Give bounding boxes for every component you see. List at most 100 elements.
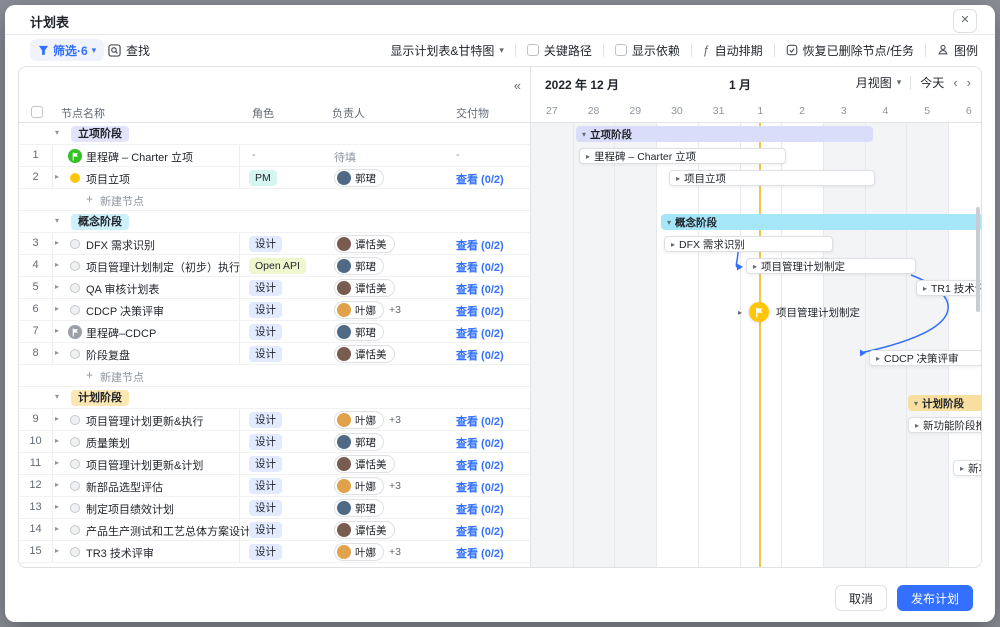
table-row[interactable]: 11▸项目管理计划更新&计划设计谭恬美查看 (0/2) — [19, 453, 530, 475]
collapse-panel-icon[interactable]: « — [514, 78, 521, 93]
display-mode-dropdown[interactable]: 显示计划表&甘特图 ▾ — [390, 42, 504, 59]
divider — [910, 76, 911, 90]
gantt-bar-label: 里程碑 – Charter 立项 — [594, 149, 696, 164]
role-badge: 设计 — [249, 324, 282, 340]
chevron-right-icon[interactable]: ▸ — [55, 238, 59, 247]
status-todo-icon — [70, 283, 80, 293]
gantt-stage-bar[interactable]: ▾概念阶段 — [661, 214, 982, 230]
filter-button[interactable]: 筛选·6 ▾ — [30, 39, 104, 61]
chevron-right-icon[interactable]: ▸ — [55, 172, 59, 181]
table-row[interactable]: 5▸QA 审核计划表设计谭恬美查看 (0/2) — [19, 277, 530, 299]
prev-period-button[interactable]: ‹ — [953, 75, 957, 90]
table-row[interactable]: 15▸TR3 技术评审设计叶娜+3查看 (0/2) — [19, 541, 530, 563]
view-deliverables-link[interactable]: 查看 (0/2) — [456, 479, 504, 495]
chevron-right-icon[interactable]: ▸ — [55, 524, 59, 533]
publish-plan-button[interactable]: 发布计划 — [897, 585, 973, 611]
auto-schedule-button[interactable]: ƒ 自动排期 — [703, 42, 763, 59]
owner-placeholder: 待填 — [334, 149, 356, 165]
chevron-right-icon[interactable]: ▸ — [55, 458, 59, 467]
chevron-right-icon[interactable]: ▸ — [55, 326, 59, 335]
critical-path-toggle[interactable]: 关键路径 — [527, 42, 592, 59]
column-divider — [239, 541, 240, 562]
close-button[interactable]: ✕ — [953, 9, 977, 33]
table-row[interactable]: 6▸CDCP 决策评审设计叶娜+3查看 (0/2) — [19, 299, 530, 321]
view-deliverables-link[interactable]: 查看 (0/2) — [456, 325, 504, 341]
chevron-right-icon[interactable]: ▸ — [55, 282, 59, 291]
view-deliverables-link[interactable]: 查看 (0/2) — [456, 545, 504, 561]
chevron-right-icon[interactable]: ▸ — [55, 436, 59, 445]
table-row[interactable]: 12▸新部品选型评估设计叶娜+3查看 (0/2) — [19, 475, 530, 497]
day-gridline — [823, 123, 824, 568]
stage-badge: 概念阶段 — [71, 214, 129, 230]
chevron-right-icon[interactable]: ▸ — [55, 480, 59, 489]
node-name: 项目立项 — [86, 171, 130, 187]
table-row[interactable]: 10▸质量策划设计郭珺查看 (0/2) — [19, 431, 530, 453]
table-row[interactable]: 1里程碑 – Charter 立项-待填- — [19, 145, 530, 167]
table-row[interactable]: 4▸项目管理计划制定（初步）执行Open API郭珺查看 (0/2) — [19, 255, 530, 277]
chevron-right-icon: ▸ — [671, 240, 675, 249]
gantt-task-bar[interactable]: ▸项目管理计划制定 — [746, 258, 916, 274]
restore-deleted-button[interactable]: 恢复已删除节点/任务 — [786, 42, 914, 59]
view-deliverables-link[interactable]: 查看 (0/2) — [456, 303, 504, 319]
view-deliverables-link[interactable]: 查看 (0/2) — [456, 171, 504, 187]
gantt-task-bar[interactable]: ▸项目立项 — [669, 170, 875, 186]
show-dependency-toggle[interactable]: 显示依赖 — [615, 42, 680, 59]
view-deliverables-link[interactable]: 查看 (0/2) — [456, 237, 504, 253]
table-row[interactable]: 14▸产品生产测试和工艺总体方案设计设计谭恬美查看 (0/2) — [19, 519, 530, 541]
avatar — [337, 523, 351, 537]
table-row[interactable]: 13▸制定项目绩效计划设计郭珺查看 (0/2) — [19, 497, 530, 519]
chevron-right-icon[interactable]: ▸ — [55, 502, 59, 511]
gantt-bar-label: CDCP 决策评审 — [884, 351, 958, 366]
table-row[interactable]: 3▸DFX 需求识别设计谭恬美查看 (0/2) — [19, 233, 530, 255]
view-deliverables-link[interactable]: 查看 (0/2) — [456, 435, 504, 451]
chevron-right-icon[interactable]: ▸ — [55, 546, 59, 555]
chevron-right-icon[interactable]: ▸ — [55, 304, 59, 313]
table-row[interactable]: 8▸阶段复盘设计谭恬美查看 (0/2) — [19, 343, 530, 365]
view-mode-dropdown[interactable]: 月视图 ▾ — [856, 74, 902, 91]
chevron-down-icon[interactable]: ▾ — [55, 128, 59, 137]
chevron-right-icon[interactable]: ▸ — [55, 348, 59, 357]
group-row[interactable]: ▾ 概念阶段 — [19, 211, 530, 233]
today-button[interactable]: 今天 — [920, 74, 944, 91]
view-deliverables-link[interactable]: 查看 (0/2) — [456, 347, 504, 363]
day-gridline — [740, 123, 741, 568]
legend-button[interactable]: 图例 — [937, 42, 978, 59]
gantt-stage-bar[interactable]: ▾立项阶段 — [576, 126, 873, 142]
add-node-row[interactable]: +新建节点 — [19, 365, 530, 387]
view-deliverables-link[interactable]: 查看 (0/2) — [456, 259, 504, 275]
gantt-task-bar[interactable]: ▸CDCP 决策评审 — [869, 350, 982, 366]
vertical-scrollbar[interactable] — [976, 207, 980, 312]
group-row[interactable]: ▾立项阶段 — [19, 123, 530, 145]
gantt-task-bar[interactable]: ▸新功能 — [953, 460, 982, 476]
gantt-milestone[interactable]: ▸项目管理计划制定 — [738, 302, 860, 322]
gantt-task-bar[interactable]: ▸里程碑 – Charter 立项 — [579, 148, 786, 164]
gantt-task-bar[interactable]: ▸DFX 需求识别 — [664, 236, 833, 252]
next-period-button[interactable]: › — [967, 75, 971, 90]
gantt-task-bar[interactable]: ▸TR1 技术评审 — [916, 280, 982, 296]
chevron-down-icon[interactable]: ▾ — [55, 216, 59, 225]
view-deliverables-link[interactable]: 查看 (0/2) — [456, 413, 504, 429]
select-all-checkbox[interactable] — [31, 106, 43, 118]
chevron-down-icon: ▾ — [897, 77, 902, 88]
view-deliverables-link[interactable]: 查看 (0/2) — [456, 523, 504, 539]
column-header-owner: 负责人 — [332, 105, 365, 121]
find-button[interactable]: 查找 — [108, 39, 150, 61]
table-row[interactable]: 9▸项目管理计划更新&执行设计叶娜+3查看 (0/2) — [19, 409, 530, 431]
gantt-task-bar[interactable]: ▸新功能阶段推广 — [908, 417, 982, 433]
view-deliverables-link[interactable]: 查看 (0/2) — [456, 281, 504, 297]
table-row[interactable]: 2▸项目立项PM郭珺查看 (0/2) — [19, 167, 530, 189]
group-row[interactable]: ▾计划阶段 — [19, 387, 530, 409]
add-node-row[interactable]: +新建节点 — [19, 189, 530, 211]
table-row[interactable]: 7▸里程碑–CDCP设计郭珺查看 (0/2) — [19, 321, 530, 343]
view-deliverables-link[interactable]: 查看 (0/2) — [456, 457, 504, 473]
column-divider — [239, 299, 240, 320]
chevron-right-icon[interactable]: ▸ — [55, 260, 59, 269]
day-gridline — [906, 123, 907, 568]
view-deliverables-link[interactable]: 查看 (0/2) — [456, 501, 504, 517]
chevron-down-icon[interactable]: ▾ — [55, 392, 59, 401]
add-node-label: 新建节点 — [100, 193, 144, 209]
day-tick: 1 — [740, 105, 782, 117]
cancel-button[interactable]: 取消 — [835, 585, 887, 611]
chevron-right-icon[interactable]: ▸ — [55, 414, 59, 423]
gantt-stage-bar[interactable]: ▾计划阶段 — [908, 395, 982, 411]
